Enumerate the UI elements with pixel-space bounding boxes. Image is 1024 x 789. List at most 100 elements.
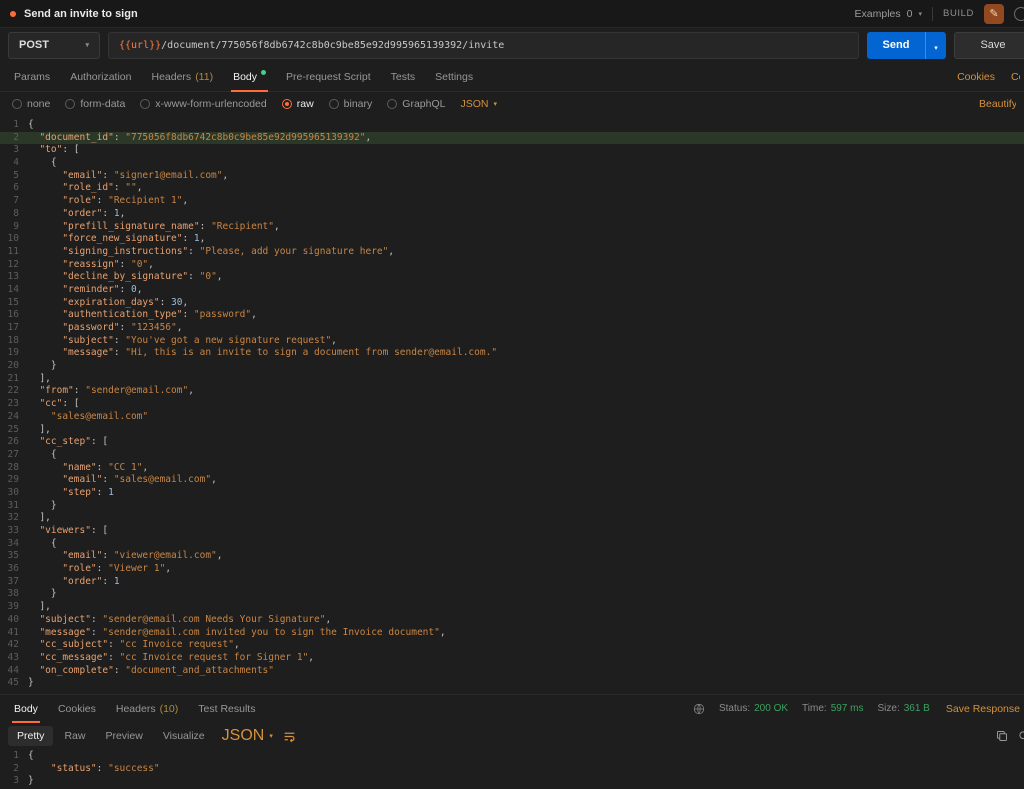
raw-language-select[interactable]: JSON ▾: [460, 98, 497, 110]
code-line[interactable]: 29 "email": "sales@email.com",: [0, 474, 1024, 487]
code-line[interactable]: 3 "to": [: [0, 144, 1024, 157]
code-line[interactable]: 4 {: [0, 157, 1024, 170]
radio-x-www-form-urlencoded[interactable]: x-www-form-urlencoded: [140, 98, 266, 110]
api-client-window: Send an invite to sign Examples 0 ▾ BUIL…: [0, 0, 1024, 789]
code-line[interactable]: 18 "subject": "You've got a new signatur…: [0, 335, 1024, 348]
request-body-editor[interactable]: 1{2 "document_id": "775056f8db6742c8b0c9…: [0, 116, 1024, 694]
response-tab-test-results[interactable]: Test Results: [188, 695, 265, 722]
tab-tests[interactable]: Tests: [381, 62, 426, 91]
code-line[interactable]: 14 "reminder": 0,: [0, 284, 1024, 297]
view-pretty[interactable]: Pretty: [8, 726, 53, 746]
code-line[interactable]: 19 "message": "Hi, this is an invite to …: [0, 347, 1024, 360]
globe-icon[interactable]: [693, 703, 705, 715]
view-visualize[interactable]: Visualize: [154, 726, 214, 746]
code-line[interactable]: 31 }: [0, 500, 1024, 513]
account-icon-partial[interactable]: [1014, 7, 1024, 21]
search-icon[interactable]: [1018, 730, 1024, 742]
code-line[interactable]: 1{: [0, 119, 1024, 132]
response-view-switcher: Pretty Raw Preview Visualize JSON ▾: [0, 722, 1024, 750]
code-line[interactable]: 21 ],: [0, 373, 1024, 386]
code-line[interactable]: 2 "document_id": "775056f8db6742c8b0c9be…: [0, 132, 1024, 145]
radio-none[interactable]: none: [12, 98, 50, 110]
line-number: 42: [0, 639, 28, 652]
send-options-button[interactable]: ▾: [925, 32, 946, 59]
edit-request-button[interactable]: ✎: [984, 4, 1004, 24]
radio-graphql[interactable]: GraphQL: [387, 98, 445, 110]
code-line[interactable]: 34 {: [0, 538, 1024, 551]
code-line[interactable]: 39 ],: [0, 601, 1024, 614]
beautify-link[interactable]: Beautify: [979, 98, 1016, 110]
wrap-text-icon[interactable]: [283, 730, 296, 743]
tab-body[interactable]: Body: [223, 62, 276, 91]
line-number: 1: [0, 750, 28, 763]
code-line[interactable]: 42 "cc_subject": "cc Invoice request",: [0, 639, 1024, 652]
code-line[interactable]: 16 "authentication_type": "password",: [0, 309, 1024, 322]
code-line[interactable]: 9 "prefill_signature_name": "Recipient",: [0, 221, 1024, 234]
copy-icon[interactable]: [996, 730, 1008, 742]
status-value: 200 OK: [754, 703, 788, 714]
code-line[interactable]: 33 "viewers": [: [0, 525, 1024, 538]
code-link[interactable]: Code: [1011, 71, 1020, 83]
code-line[interactable]: 44 "on_complete": "document_and_attachme…: [0, 665, 1024, 678]
code-line[interactable]: 7 "role": "Recipient 1",: [0, 195, 1024, 208]
chevron-down-icon: ▾: [85, 41, 89, 49]
view-raw[interactable]: Raw: [55, 726, 94, 746]
cookies-link[interactable]: Cookies: [957, 71, 995, 83]
radio-raw[interactable]: raw: [282, 98, 314, 110]
response-tab-cookies[interactable]: Cookies: [48, 695, 106, 722]
line-number: 23: [0, 398, 28, 411]
code-line[interactable]: 27 {: [0, 449, 1024, 462]
code-line[interactable]: 45}: [0, 677, 1024, 690]
code-line[interactable]: 8 "order": 1,: [0, 208, 1024, 221]
line-number: 2: [0, 132, 28, 145]
radio-binary[interactable]: binary: [329, 98, 373, 110]
code-line[interactable]: 43 "cc_message": "cc Invoice request for…: [0, 652, 1024, 665]
examples-dropdown[interactable]: Examples 0 ▾: [855, 8, 922, 20]
code-line[interactable]: 41 "message": "sender@email.com invited …: [0, 627, 1024, 640]
code-line[interactable]: 10 "force_new_signature": 1,: [0, 233, 1024, 246]
tab-pre-request-label: Pre-request Script: [286, 71, 371, 83]
save-button[interactable]: Save: [954, 32, 1024, 59]
code-line[interactable]: 20 }: [0, 360, 1024, 373]
code-line[interactable]: 24 "sales@email.com": [0, 411, 1024, 424]
code-line[interactable]: 5 "email": "signer1@email.com",: [0, 170, 1024, 183]
code-line[interactable]: 6 "role_id": "",: [0, 182, 1024, 195]
code-line[interactable]: 23 "cc": [: [0, 398, 1024, 411]
tab-authorization[interactable]: Authorization: [60, 62, 141, 91]
radio-form-data[interactable]: form-data: [65, 98, 125, 110]
code-line[interactable]: 22 "from": "sender@email.com",: [0, 385, 1024, 398]
response-language-select[interactable]: JSON ▾: [222, 727, 273, 745]
code-line[interactable]: 30 "step": 1: [0, 487, 1024, 500]
code-line[interactable]: 13 "decline_by_signature": "0",: [0, 271, 1024, 284]
code-line[interactable]: 26 "cc_step": [: [0, 436, 1024, 449]
code-line[interactable]: 38 }: [0, 588, 1024, 601]
code-line[interactable]: 17 "password": "123456",: [0, 322, 1024, 335]
tab-headers-label: Headers: [151, 71, 191, 83]
code-line[interactable]: 12 "reassign": "0",: [0, 259, 1024, 272]
code-line[interactable]: 40 "subject": "sender@email.com Needs Yo…: [0, 614, 1024, 627]
line-number: 5: [0, 170, 28, 183]
tab-pre-request-script[interactable]: Pre-request Script: [276, 62, 381, 91]
code-line[interactable]: 15 "expiration_days": 30,: [0, 297, 1024, 310]
topbar-actions: Examples 0 ▾ BUILD ✎: [855, 4, 1016, 24]
line-number: 39: [0, 601, 28, 614]
code-line[interactable]: 32 ],: [0, 512, 1024, 525]
save-response-button[interactable]: Save Response: [946, 703, 1020, 715]
url-input[interactable]: {{url}}/document/775056f8db6742c8b0c9be8…: [108, 32, 859, 59]
view-preview[interactable]: Preview: [96, 726, 151, 746]
code-line[interactable]: 37 "order": 1: [0, 576, 1024, 589]
tab-params[interactable]: Params: [4, 62, 60, 91]
code-line[interactable]: 36 "role": "Viewer 1",: [0, 563, 1024, 576]
tab-settings[interactable]: Settings: [425, 62, 483, 91]
response-tab-headers[interactable]: Headers (10): [106, 695, 188, 722]
method-select[interactable]: POST ▾: [8, 32, 100, 59]
code-line[interactable]: 35 "email": "viewer@email.com",: [0, 550, 1024, 563]
line-number: 8: [0, 208, 28, 221]
line-number: 31: [0, 500, 28, 513]
code-line[interactable]: 28 "name": "CC 1",: [0, 462, 1024, 475]
code-line[interactable]: 11 "signing_instructions": "Please, add …: [0, 246, 1024, 259]
code-line[interactable]: 25 ],: [0, 424, 1024, 437]
tab-headers[interactable]: Headers (11): [141, 62, 223, 91]
response-tab-body[interactable]: Body: [4, 695, 48, 722]
send-button[interactable]: Send: [867, 32, 925, 59]
